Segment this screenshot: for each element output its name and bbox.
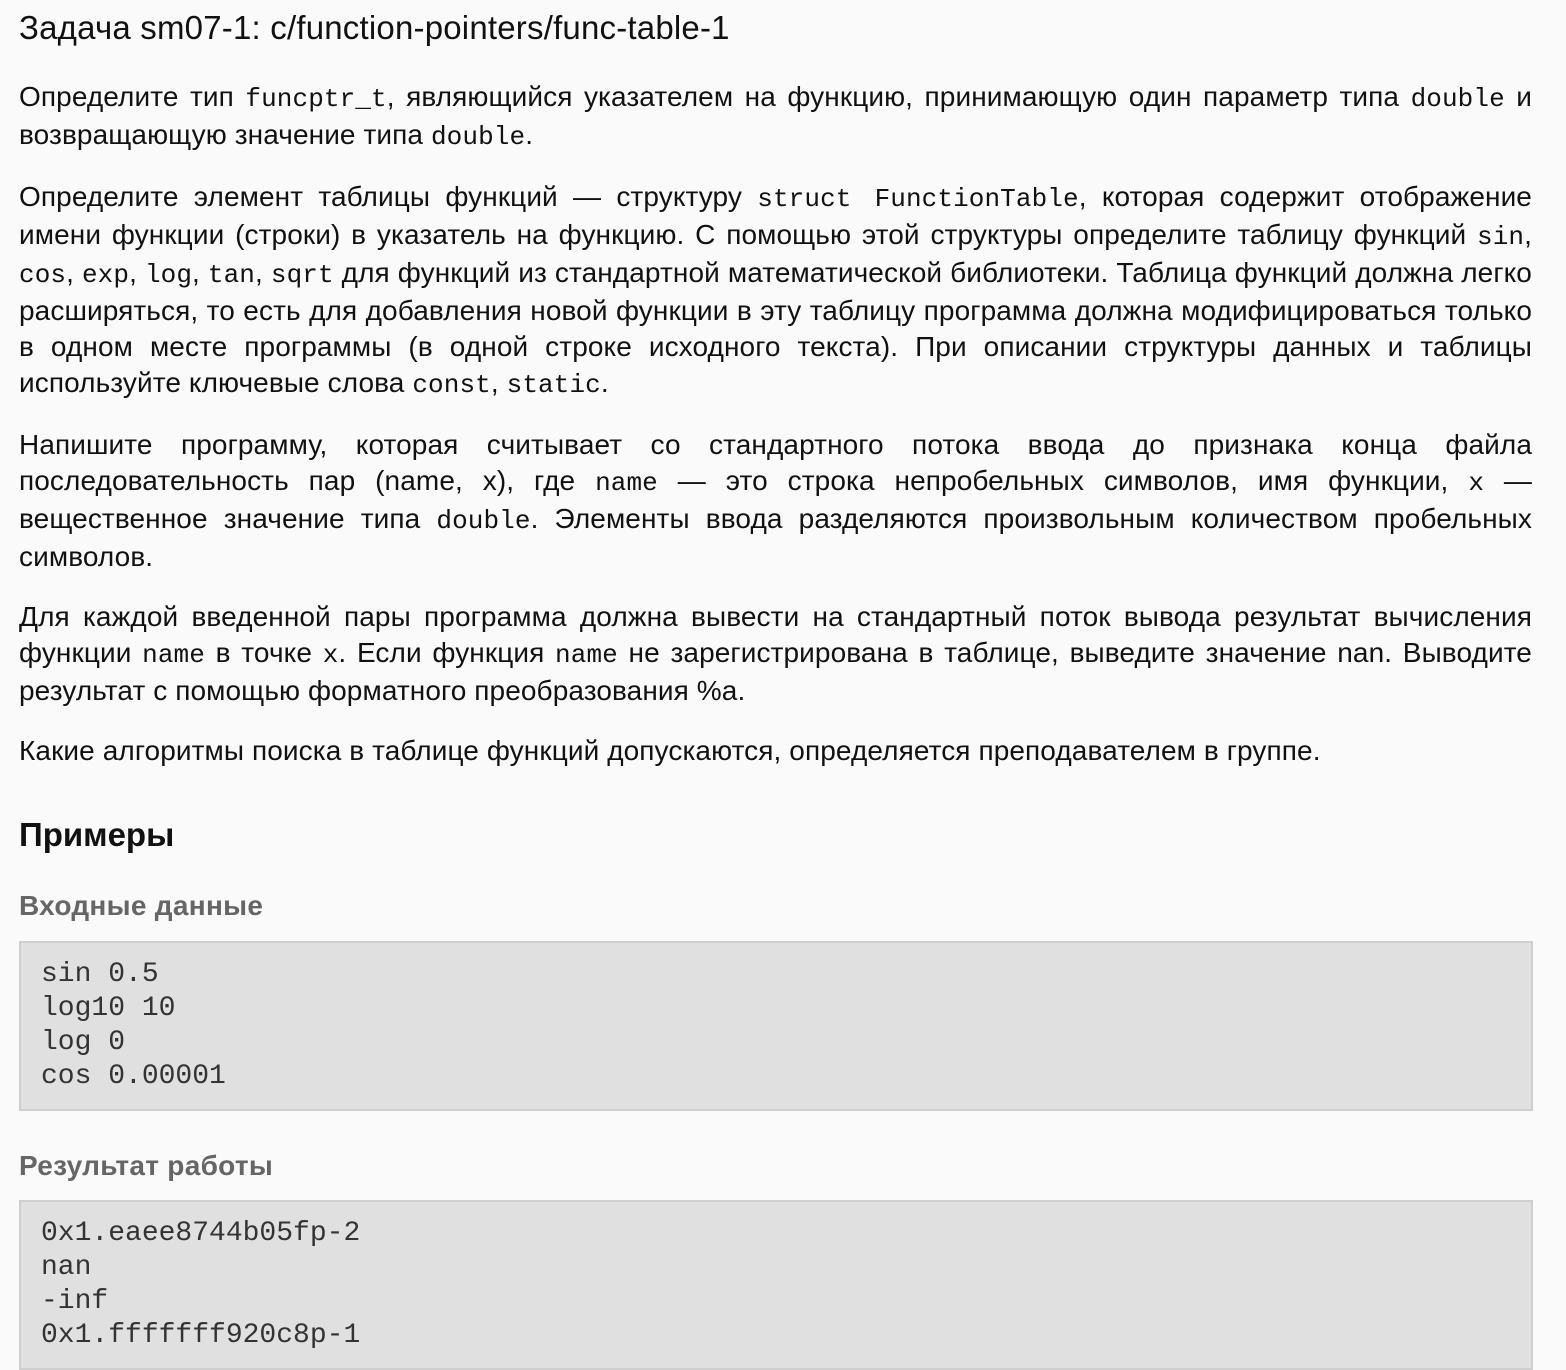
output-result-block: 0x1.eaee8744b05fp-2 nan -inf 0x1.fffffff… — [19, 1200, 1533, 1370]
input-line: sin 0.5 — [41, 959, 159, 990]
inline-code: name — [142, 640, 205, 670]
inline-code: sqrt — [270, 260, 334, 290]
output-line: 0x1.eaee8744b05fp-2 — [41, 1218, 361, 1249]
input-line: log10 10 — [41, 993, 176, 1024]
inline-code: tan — [207, 260, 256, 290]
paragraph-text: . Если функция — [338, 637, 556, 668]
input-data-heading: Входные данные — [19, 890, 264, 921]
problem-page: Задача sm07-1: c/function-pointers/func-… — [0, 0, 1566, 1370]
inline-code: double — [436, 506, 531, 536]
inline-code: sin — [1477, 222, 1525, 252]
paragraph-text: , — [66, 257, 82, 288]
inline-code: double — [1410, 84, 1505, 114]
inline-code: cos — [19, 260, 67, 290]
output-line: -inf — [41, 1286, 109, 1317]
paragraph-text: , — [1524, 219, 1532, 250]
paragraph-text: . — [600, 367, 609, 398]
inline-code: double — [430, 122, 526, 152]
inline-code: x — [1468, 468, 1485, 498]
output-line: 0x1.fffffff920c8p-1 — [41, 1320, 361, 1351]
inline-code: x — [322, 640, 339, 670]
inline-code: funcptr_t — [245, 84, 387, 114]
paragraph-text: в точке — [204, 637, 323, 668]
output-result-heading: Результат работы — [19, 1150, 274, 1181]
inline-code: static — [506, 370, 601, 400]
inline-code: name — [595, 468, 658, 498]
paragraph-text: Определите элемент таблицы функций — стр… — [19, 181, 758, 212]
examples-heading: Примеры — [19, 816, 175, 853]
paragraph-text: , являющийся указателем на функцию, прин… — [386, 81, 1411, 112]
paragraph-text: , — [192, 257, 208, 288]
input-data-block: sin 0.5 log10 10 log 0 cos 0.00001 — [19, 941, 1533, 1111]
output-line: nan — [41, 1252, 92, 1283]
inline-code: const — [412, 370, 491, 400]
paragraph-function-table: Определите элемент таблицы функций — стр… — [19, 179, 1532, 403]
paragraph-text: . — [525, 119, 534, 150]
paragraph-text: , — [490, 367, 507, 398]
paragraph-type-definition: Определите тип funcptr_t, являющийся ука… — [19, 79, 1532, 155]
paragraph-text: — это строка непробельных символов, имя … — [657, 465, 1469, 496]
paragraph-output-description: Для каждой введенной пары программа долж… — [19, 599, 1532, 709]
paragraph-text: , — [129, 257, 145, 288]
page-title: Задача sm07-1: c/function-pointers/func-… — [19, 9, 730, 46]
paragraph-input-description: Напишите программу, которая считывает со… — [19, 427, 1532, 575]
inline-code: log — [144, 260, 193, 290]
paragraph-text: Какие алгоритмы поиска в таблице функций… — [19, 735, 1321, 766]
inline-code: name — [555, 640, 618, 670]
input-line: cos 0.00001 — [41, 1061, 226, 1092]
inline-code: struct FunctionTable — [757, 184, 1079, 214]
paragraph-text: , — [255, 257, 271, 288]
paragraph-text: Определите тип — [19, 81, 246, 112]
input-line: log 0 — [41, 1027, 126, 1058]
paragraph-search-algorithms: Какие алгоритмы поиска в таблице функций… — [19, 733, 1532, 769]
inline-code: exp — [81, 260, 130, 290]
